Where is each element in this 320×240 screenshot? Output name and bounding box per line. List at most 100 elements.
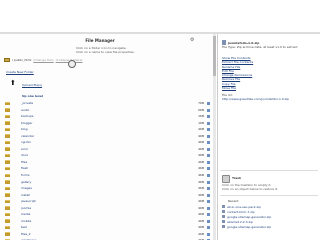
folder-name[interactable]: blogger [21,121,32,125]
properties-icon[interactable] [207,180,210,184]
properties-icon[interactable] [207,102,210,105]
file-action-link[interactable]: Move File [222,86,253,90]
folder-name[interactable]: test [21,225,27,229]
folder-icon[interactable] [5,108,10,112]
recent-item-name[interactable]: akismet.2.2.3.zip [227,220,253,224]
folder-name[interactable]: gallery [21,180,31,184]
folder-icon[interactable] [5,206,10,210]
folder-name[interactable]: backups [21,114,33,118]
properties-icon[interactable] [207,219,210,223]
folder-icon[interactable] [5,147,10,151]
file-url[interactable]: http://www.greedlike.com/joomlafolio-1.0… [222,97,320,101]
folder-icon[interactable] [5,173,10,178]
folder-icon[interactable] [5,199,10,204]
folder-size: 4KB [198,199,204,204]
folder-name[interactable]: mobile [21,219,31,223]
folder-icon[interactable] [5,153,10,158]
folder-name[interactable]: files_2 [21,232,31,236]
folder-name[interactable]: calendar [21,134,34,138]
properties-icon[interactable] [207,108,210,112]
properties-icon[interactable] [207,193,210,197]
up-one-level-link[interactable]: Up one level [22,94,43,98]
properties-icon[interactable] [207,154,210,158]
folder-name[interactable]: error [21,147,28,151]
folder-name[interactable]: joomla [21,206,31,210]
properties-icon[interactable] [207,167,210,171]
properties-icon[interactable] [207,160,210,164]
recent-item-name[interactable]: all-in-one-seo-pack.zip [227,205,261,209]
folder-icon[interactable] [5,121,10,125]
properties-icon[interactable] [207,121,210,125]
properties-icon[interactable] [207,141,210,145]
folder-icon[interactable] [5,180,10,184]
folder-icon[interactable] [5,186,10,191]
recent-item-name[interactable]: contact-form-7.zip [227,210,255,214]
path-root[interactable]: / public_html [12,58,31,62]
folder-icon[interactable] [5,166,10,171]
folder-name[interactable]: docs [21,153,28,157]
zip-file-icon [222,210,225,213]
properties-icon[interactable] [207,213,210,217]
file-action-link[interactable]: Extract File Contents [222,60,253,64]
recent-item-name[interactable]: google-sitemap-generator.zip [227,225,271,229]
change-path-link[interactable]: (Change this) [33,58,53,62]
folder-name[interactable]: flash [21,166,28,170]
folder-icon[interactable] [5,140,10,145]
folder-icon[interactable] [5,134,10,138]
folder-name[interactable]: media [21,212,30,216]
folder-name[interactable]: cgi-bin [21,140,31,144]
folder-name[interactable]: files [21,160,27,164]
folder-name[interactable]: blog [21,127,27,131]
zip-file-icon [222,205,225,208]
folder-size: 4KB [198,153,204,158]
properties-icon[interactable] [207,200,210,204]
screen: File Manager ⚙ Click on a folder icon to… [0,0,320,240]
folder-size: 4KB [198,146,204,151]
folder-size: 0KB [198,107,204,112]
properties-icon[interactable] [207,232,210,236]
folder-icon[interactable] [5,193,10,197]
scrollbar[interactable] [213,34,216,240]
folder-icon[interactable] [5,127,10,132]
create-folder-link[interactable]: Create New Folder [6,70,34,74]
folder-size: 4KB [198,205,204,210]
properties-icon[interactable] [207,134,210,138]
recent-list: all-in-one-seo-pack.zip contact-form-7.zi… [222,204,271,229]
folder-name[interactable]: images [21,186,32,190]
folder-name[interactable]: _private [21,101,33,105]
recent-item[interactable]: google-sitemap-generator.zip [222,214,271,219]
top-strip [0,0,320,34]
folder-icon[interactable] [5,101,10,105]
folder-size: 4KB [198,212,204,217]
properties-icon[interactable] [207,115,210,119]
recent-item[interactable]: google-sitemap-generator.zip [222,224,271,229]
folder-icon[interactable] [5,160,10,164]
file-actions: Show File Contents Extract File Contents R… [222,56,253,90]
folder-name[interactable]: forms [21,173,30,177]
upload-files-link[interactable]: Upload file(s) [22,83,42,87]
trash-label: Trash [232,176,242,180]
properties-icon[interactable] [207,226,210,230]
settings-icon[interactable]: ⚙ [190,37,194,43]
properties-icon[interactable] [207,206,210,210]
folder-icon[interactable] [5,225,10,230]
folder-icon[interactable] [5,212,10,217]
properties-icon[interactable] [207,128,210,132]
scrollbar-thumb[interactable] [213,36,216,76]
folder-name[interactable]: audio [21,108,29,112]
upload-arrow-icon[interactable]: ⬆ [10,80,16,87]
folder-icon[interactable] [5,219,10,223]
properties-icon[interactable] [207,187,210,191]
mouse-cursor-icon [68,60,76,68]
folder-icon[interactable] [5,232,10,236]
trash-icon[interactable] [222,175,230,183]
folder-size: 4KB [198,133,204,138]
zip-file-icon [222,220,225,223]
properties-icon[interactable] [207,174,210,178]
folder-size: 1KB [198,120,204,125]
properties-icon[interactable] [207,147,210,151]
folder-icon[interactable] [5,114,10,119]
folder-name[interactable]: javascript [21,199,36,203]
recent-item-name[interactable]: google-sitemap-generator.zip [227,215,271,219]
folder-name[interactable]: install [21,193,30,197]
